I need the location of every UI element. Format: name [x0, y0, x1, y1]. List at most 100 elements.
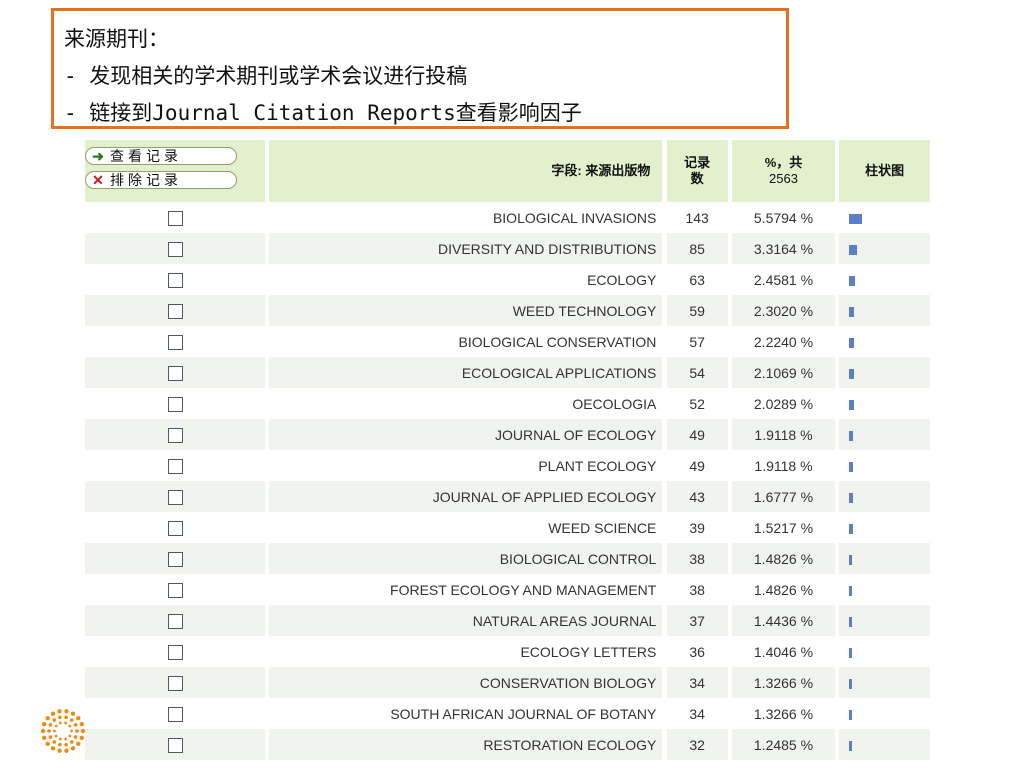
row-checkbox[interactable]: [167, 489, 183, 505]
table-row: BIOLOGICAL INVASIONS 143 5.5794 %: [85, 202, 930, 233]
row-select-cell: [85, 512, 265, 543]
table-header-row: ➜ 查看记录 ✕ 排除记录 字段: 来源出版物 记录 数 %，共 2563 柱状图: [85, 140, 930, 202]
table-row: JOURNAL OF ECOLOGY 49 1.9118 %: [85, 419, 930, 450]
row-checkbox[interactable]: [167, 582, 183, 598]
row-source-title: JOURNAL OF APPLIED ECOLOGY: [269, 481, 663, 512]
row-bar: [849, 585, 853, 596]
row-record-count: 43: [666, 481, 728, 512]
row-bar-cell: [839, 543, 930, 574]
row-select-cell: [85, 450, 265, 481]
row-bar-cell: [839, 202, 930, 233]
thomson-reuters-logo-icon: [40, 709, 86, 753]
header-record-count[interactable]: 记录 数: [666, 140, 728, 202]
row-select-cell: [85, 419, 266, 450]
row-bar: [849, 399, 855, 410]
row-checkbox[interactable]: [167, 241, 183, 257]
table-row: SOUTH AFRICAN JOURNAL OF BOTANY 34 1.3266 …: [85, 698, 930, 729]
row-checkbox[interactable]: [167, 427, 183, 443]
table-row: DIVERSITY AND DISTRIBUTIONS 85 3.3164 %: [85, 233, 930, 264]
table-row: WEED SCIENCE 39 1.5217 %: [85, 512, 930, 543]
source-journals-callout: 来源期刊： - 发现相关的学术期刊或学术会议进行投稿 - 链接到Journal …: [51, 8, 789, 129]
row-percent: 3.3164 %: [731, 233, 836, 264]
row-bar-cell: [839, 512, 930, 543]
source-publication-results-table: ➜ 查看记录 ✕ 排除记录 字段: 来源出版物 记录 数 %，共 2563 柱状图 …: [85, 140, 930, 760]
row-bar-cell: [839, 233, 930, 264]
row-bar-cell: [839, 574, 930, 605]
row-select-cell: [85, 698, 265, 729]
row-checkbox[interactable]: [167, 706, 183, 722]
row-checkbox[interactable]: [167, 644, 183, 660]
row-bar: [849, 461, 854, 472]
row-record-count: 52: [689, 395, 705, 412]
row-checkbox[interactable]: [167, 365, 183, 381]
row-percent: 2.3020 %: [731, 295, 836, 326]
row-checkbox[interactable]: [167, 334, 183, 350]
row-checkbox[interactable]: [167, 520, 183, 536]
row-checkbox[interactable]: [167, 272, 183, 288]
row-select-cell: [85, 636, 265, 667]
row-source-title: FOREST ECOLOGY AND MANAGEMENT: [390, 581, 657, 598]
row-source-title: CONSERVATION BIOLOGY: [269, 667, 663, 698]
row-source-title: BIOLOGICAL CONTROL: [269, 543, 663, 574]
row-bar-cell: [839, 698, 930, 729]
row-checkbox[interactable]: [167, 675, 183, 691]
row-record-count: 59: [666, 295, 728, 326]
row-checkbox[interactable]: [167, 303, 183, 319]
callout-title: 来源期刊：: [64, 27, 169, 51]
row-checkbox[interactable]: [167, 737, 183, 753]
row-bar: [849, 709, 853, 720]
row-bar: [849, 616, 853, 627]
row-record-count: 34: [666, 667, 728, 698]
row-bar-cell: [839, 388, 930, 419]
row-source-title: RESTORATION ECOLOGY: [269, 729, 663, 760]
row-select-cell: [85, 357, 266, 388]
row-checkbox[interactable]: [167, 458, 183, 474]
row-bar: [849, 337, 855, 348]
row-record-count: 38: [689, 581, 705, 598]
row-select-cell: [85, 667, 266, 698]
row-record-count: 34: [689, 705, 705, 722]
view-records-button[interactable]: ➜ 查看记录: [85, 147, 237, 165]
row-select-cell: [85, 729, 266, 760]
record-actions-cell: ➜ 查看记录 ✕ 排除记录: [85, 140, 266, 202]
row-bar: [849, 244, 858, 255]
row-source-title: PLANT ECOLOGY: [538, 457, 657, 474]
row-percent: 1.6777 %: [731, 481, 836, 512]
row-record-count: 38: [666, 543, 728, 574]
row-checkbox[interactable]: [167, 613, 183, 629]
row-source-title: ECOLOGY LETTERS: [520, 643, 657, 660]
row-bar: [849, 678, 853, 689]
row-checkbox[interactable]: [167, 210, 183, 226]
row-checkbox[interactable]: [167, 396, 183, 412]
row-source-title: ECOLOGY: [587, 271, 657, 288]
row-record-count: 54: [666, 357, 728, 388]
row-checkbox[interactable]: [167, 551, 183, 567]
table-row: ECOLOGICAL APPLICATIONS 54 2.1069 %: [85, 357, 930, 388]
row-record-count: 49: [666, 419, 728, 450]
arrow-right-icon: ➜: [92, 148, 104, 164]
row-percent: 1.5217 %: [753, 519, 814, 536]
row-percent: 1.9118 %: [731, 419, 836, 450]
row-source-title: SOUTH AFRICAN JOURNAL OF BOTANY: [390, 705, 657, 722]
row-select-cell: [85, 202, 265, 233]
row-percent: 2.4581 %: [753, 271, 814, 288]
table-row: CONSERVATION BIOLOGY 34 1.3266 %: [85, 667, 930, 698]
row-percent: 1.3266 %: [731, 667, 836, 698]
table-row: WEED TECHNOLOGY 59 2.3020 %: [85, 295, 930, 326]
row-percent: 5.5794 %: [753, 209, 814, 226]
row-select-cell: [85, 388, 265, 419]
row-percent: 1.4046 %: [753, 643, 814, 660]
row-bar: [849, 213, 863, 224]
exclude-records-button[interactable]: ✕ 排除记录: [85, 171, 237, 189]
row-bar: [849, 554, 853, 565]
row-bar: [849, 523, 854, 534]
row-bar-cell: [839, 295, 930, 326]
table-row: JOURNAL OF APPLIED ECOLOGY 43 1.6777 %: [85, 481, 930, 512]
header-source-publication[interactable]: 字段: 来源出版物: [269, 140, 663, 202]
row-source-title: BIOLOGICAL INVASIONS: [492, 209, 657, 226]
row-bar: [849, 306, 855, 317]
row-percent: 1.9118 %: [754, 457, 813, 474]
row-select-cell: [85, 481, 266, 512]
row-percent: 1.2485 %: [731, 729, 836, 760]
row-bar-cell: [839, 450, 930, 481]
